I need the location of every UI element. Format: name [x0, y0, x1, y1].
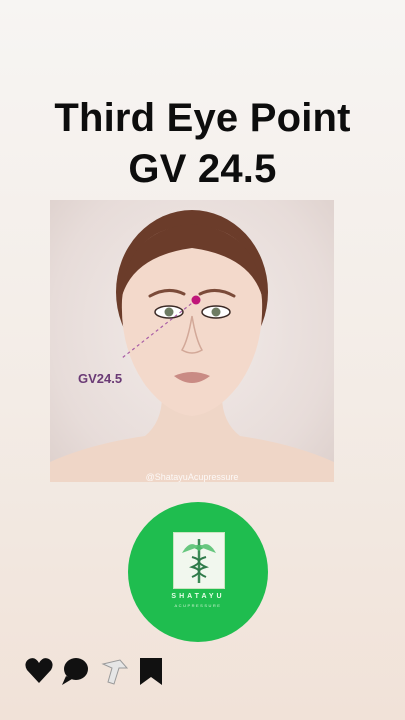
- acupressure-point-dot: [191, 295, 201, 305]
- face-drawing: [50, 210, 334, 482]
- brand-logo: SHATAYU ACUPRESSURE: [128, 502, 268, 642]
- comment-icon[interactable]: [60, 656, 90, 691]
- share-icon[interactable]: [100, 656, 130, 691]
- title-line-1: Third Eye Point: [54, 96, 351, 140]
- brand-name: SHATAYU: [171, 593, 225, 600]
- heart-icon[interactable]: [24, 656, 54, 691]
- bookmark-icon[interactable]: [138, 656, 164, 691]
- face-illustration: GV24.5 @ShatayuAcupressure: [50, 200, 334, 482]
- brand-subtitle: ACUPRESSURE: [174, 603, 222, 608]
- watermark: @ShatayuAcupressure: [145, 472, 239, 482]
- caduceus-icon: [173, 532, 225, 589]
- point-label: GV24.5: [78, 371, 123, 386]
- title-line-2: GV 24.5: [128, 147, 277, 191]
- action-bar: [24, 656, 174, 688]
